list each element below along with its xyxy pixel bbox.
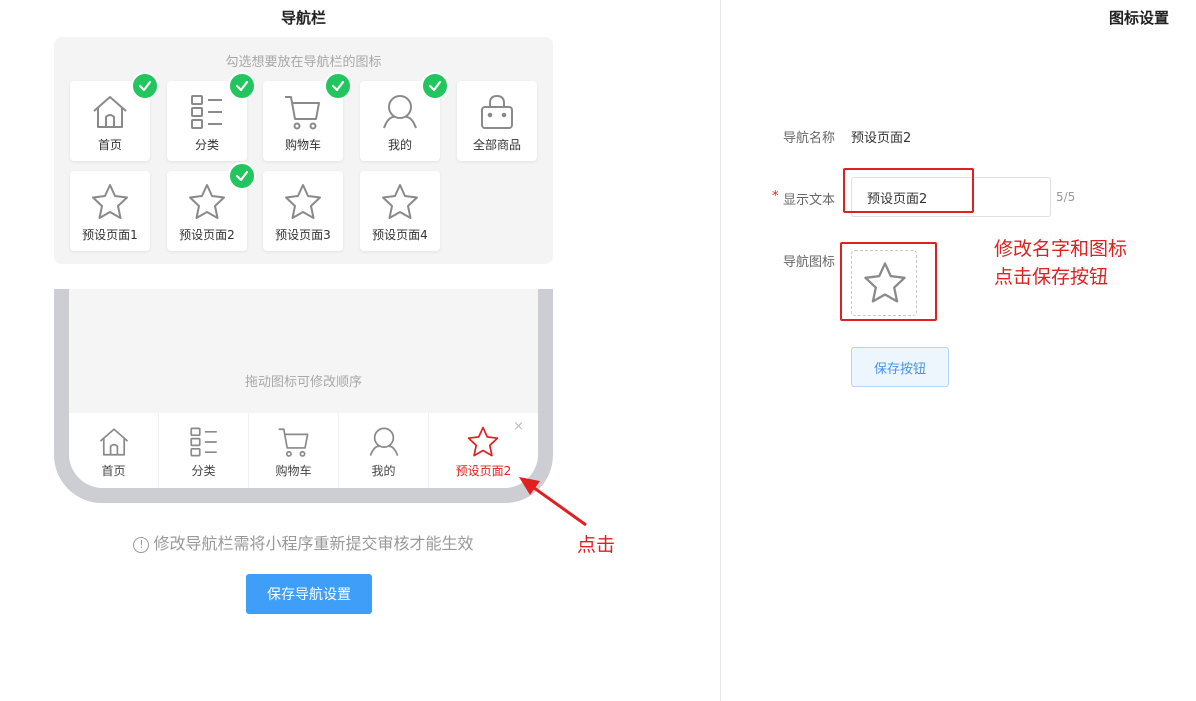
nav-name-label: 导航名称	[783, 131, 836, 146]
save-nav-settings-button[interactable]: 保存导航设置	[246, 574, 372, 614]
drag-hint: 拖动图标可修改顺序	[244, 375, 362, 390]
cart-icon	[285, 96, 320, 130]
tile-mine[interactable]: 我的	[360, 72, 449, 161]
cart-icon	[278, 428, 309, 457]
display-text-label: 显示文本	[783, 193, 836, 208]
tile-cart[interactable]: 购物车	[263, 72, 352, 161]
tile-label: 我的	[387, 138, 412, 152]
tile-label: 全部商品	[472, 138, 521, 152]
tab-label: 首页	[101, 464, 126, 478]
icon-settings-title: 图标设置	[1108, 9, 1169, 27]
tile-all-goods[interactable]: 全部商品	[457, 81, 537, 161]
tile-preset-4[interactable]: 预设页面4	[360, 171, 440, 251]
annotation-edit-text: 修改名字和图标 点击保存按钮	[994, 235, 1127, 291]
tile-label: 购物车	[284, 138, 321, 152]
tile-category[interactable]: 分类	[167, 72, 256, 161]
annotation-arrow-icon	[519, 477, 587, 527]
nav-name-value: 预设页面2	[851, 131, 912, 146]
user-icon	[383, 95, 417, 129]
tile-label: 预设页面1	[82, 228, 138, 242]
check-icon	[228, 162, 256, 190]
category-list-icon	[191, 95, 222, 129]
nav-icon-label: 导航图标	[783, 255, 836, 270]
tile-label: 首页	[97, 138, 122, 152]
tile-preset-1[interactable]: 预设页面1	[70, 171, 150, 251]
user-icon	[369, 427, 399, 456]
bag-icon	[481, 95, 513, 129]
home-icon	[93, 96, 127, 128]
check-icon	[228, 72, 256, 100]
phone-screen: 拖动图标可修改顺序 首页 分类 购物车 我的 预设页面2 ×	[69, 289, 538, 488]
notice-text: 修改导航栏需将小程序重新提交审核才能生效	[153, 534, 474, 553]
star-icon	[189, 184, 225, 219]
annotation-line-2: 点击保存按钮	[994, 266, 1109, 288]
star-icon	[92, 184, 128, 219]
tile-preset-2[interactable]: 预设页面2	[167, 162, 256, 251]
required-mark: *	[772, 189, 779, 204]
star-icon	[467, 426, 499, 457]
save-button[interactable]: 保存按钮	[851, 347, 949, 387]
star-icon	[864, 262, 906, 303]
preview-tab-cart[interactable]: 购物车	[249, 413, 339, 488]
check-icon	[324, 72, 352, 100]
tile-preset-3[interactable]: 预设页面3	[263, 171, 343, 251]
home-icon	[99, 428, 129, 456]
star-icon	[285, 184, 321, 219]
phone-preview: 拖动图标可修改顺序 首页 分类 购物车 我的 预设页面2 ×	[54, 289, 553, 503]
annotation-line-1: 修改名字和图标	[994, 238, 1128, 260]
display-text-input[interactable]	[851, 177, 1051, 217]
category-list-icon	[190, 427, 217, 457]
annotation-click: 点击	[577, 534, 616, 556]
preview-tab-home[interactable]: 首页	[69, 413, 159, 488]
preview-tab-mine[interactable]: 我的	[339, 413, 429, 488]
nav-panel-title: 导航栏	[280, 9, 326, 27]
tile-label: 预设页面2	[179, 228, 235, 242]
remove-tab-icon[interactable]: ×	[513, 419, 524, 434]
info-icon: !	[133, 537, 150, 553]
check-icon	[131, 72, 159, 100]
preview-tabbar: 首页 分类 购物车 我的 预设页面2 ×	[69, 413, 538, 488]
picker-hint: 勾选想要放在导航栏的图标	[225, 55, 382, 70]
tile-label: 分类	[194, 138, 219, 152]
panel-divider	[720, 0, 721, 701]
char-count: 5/5	[1056, 190, 1076, 204]
nav-icon-selector[interactable]	[851, 250, 917, 316]
tab-label: 我的	[371, 464, 396, 478]
tile-label: 预设页面4	[372, 228, 428, 242]
tile-label: 预设页面3	[275, 228, 331, 242]
preview-tab-category[interactable]: 分类	[159, 413, 249, 488]
star-icon	[382, 184, 418, 219]
icon-picker-panel: 勾选想要放在导航栏的图标 首页 分类 购物车 我的 全部商品 预设页面1 预设页…	[54, 37, 553, 264]
tab-label: 购物车	[275, 464, 312, 478]
tab-label: 分类	[191, 464, 216, 478]
tile-home[interactable]: 首页	[70, 72, 159, 161]
check-icon	[421, 72, 449, 100]
